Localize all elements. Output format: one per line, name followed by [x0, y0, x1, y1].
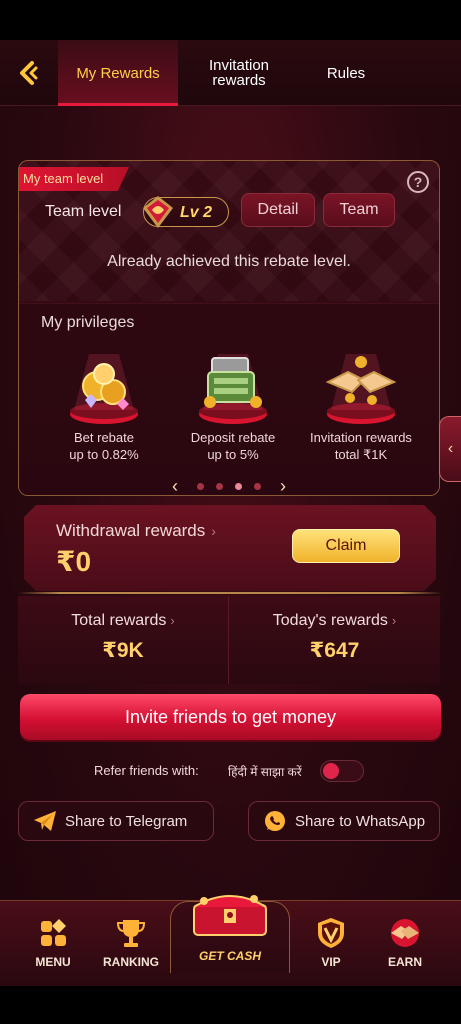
- share-telegram-button[interactable]: Share to Telegram: [18, 801, 214, 841]
- vip-shield-icon: [318, 918, 344, 948]
- nav-get-cash-label: GET CASH: [198, 949, 261, 963]
- back-button[interactable]: [14, 58, 44, 88]
- tab-my-rewards[interactable]: My Rewards: [58, 40, 178, 106]
- cash-chest-icon: [199, 354, 267, 424]
- top-nav: My Rewards Invitation rewards Rules: [0, 40, 461, 106]
- carousel-pager: ‹ ›: [19, 476, 439, 495]
- nav-ranking-label: RANKING: [103, 955, 159, 969]
- nav-get-cash[interactable]: GET CASH: [170, 891, 290, 973]
- tab-invitation-rewards[interactable]: Invitation rewards: [190, 40, 288, 106]
- next-arrow-icon[interactable]: ›: [273, 476, 293, 495]
- privilege-value-3: total ₹1K: [334, 447, 388, 462]
- withdrawal-amount: ₹0: [56, 546, 92, 577]
- chevron-right-icon: ›: [211, 523, 216, 539]
- tab-rules[interactable]: Rules: [306, 40, 386, 106]
- privilege-value-2: up to 5%: [207, 447, 259, 462]
- side-drawer-tab[interactable]: ‹: [439, 416, 461, 482]
- nav-vip[interactable]: VIP: [296, 915, 366, 969]
- tab-label: Invitation rewards: [208, 57, 270, 89]
- total-rewards-value: ₹9K: [102, 639, 144, 662]
- tab-label: My Rewards: [76, 64, 160, 82]
- pager-dot-active[interactable]: [235, 483, 242, 490]
- handshake-icon: [391, 919, 419, 947]
- chevron-left-icon: ‹: [447, 440, 454, 457]
- team-button[interactable]: Team: [323, 193, 395, 227]
- treasure-chest-icon: [193, 895, 267, 936]
- team-level-label: Team level: [45, 203, 122, 220]
- privilege-bet-rebate: Bet rebate up to 0.82%: [39, 344, 169, 462]
- todays-rewards-label: Today's rewards: [272, 612, 388, 629]
- privileges-title: My privileges: [41, 314, 135, 331]
- system-navigation-bar: [0, 986, 461, 1024]
- nav-vip-label: VIP: [321, 955, 341, 969]
- share-whatsapp-button[interactable]: Share to WhatsApp: [248, 801, 440, 841]
- level-badge: Lv 2: [143, 196, 229, 228]
- whatsapp-icon: [265, 811, 285, 831]
- withdrawal-card: Withdrawal rewards › ₹0 Claim: [24, 505, 436, 591]
- coins-gems-icon: [70, 354, 138, 424]
- refer-label: Refer friends with:: [94, 763, 199, 778]
- bottom-navigation: MENU RANKING GET CASH VIP EARN: [0, 895, 461, 986]
- privileges-section: My privileges Bet rebate up to 0.82% Dep…: [19, 303, 439, 495]
- help-icon[interactable]: ?: [407, 171, 429, 193]
- nav-menu-label: MENU: [35, 955, 71, 969]
- pager-dot[interactable]: [216, 483, 223, 490]
- team-level-ribbon: My team level: [19, 167, 129, 191]
- hindi-share-label: हिंदी में साझा करें: [228, 765, 302, 779]
- share-telegram-label: Share to Telegram: [65, 812, 188, 830]
- chevron-right-icon: ›: [391, 613, 397, 628]
- achieved-text: Already achieved this rebate level.: [107, 253, 351, 270]
- trophy-icon: [116, 920, 146, 947]
- privilege-label-3: Invitation rewards: [310, 430, 412, 445]
- total-rewards-label: Total rewards: [71, 612, 167, 629]
- privilege-label-1: Bet rebate: [74, 430, 134, 445]
- pager-dot[interactable]: [254, 483, 261, 490]
- nav-menu[interactable]: MENU: [18, 915, 88, 969]
- telegram-icon: [34, 811, 56, 831]
- chevron-right-icon: ›: [170, 613, 175, 628]
- total-rewards[interactable]: Total rewards › ₹9K: [18, 596, 229, 684]
- withdrawal-label: Withdrawal rewards: [56, 521, 206, 540]
- invite-friends-button[interactable]: Invite friends to get money: [20, 694, 441, 740]
- prev-arrow-icon[interactable]: ‹: [165, 476, 185, 495]
- status-bar: [0, 0, 461, 40]
- nav-ranking[interactable]: RANKING: [96, 915, 166, 969]
- handshake-icon: [325, 354, 397, 424]
- privilege-deposit-rebate: Deposit rebate up to 5%: [168, 344, 298, 462]
- todays-rewards-label-row: Today's rewards ›: [229, 612, 440, 630]
- level-value: Lv 2: [180, 204, 213, 221]
- level-gem-icon: [143, 196, 173, 228]
- rewards-stats: Total rewards › ₹9K Today's rewards › ₹647: [18, 596, 440, 684]
- hindi-share-toggle[interactable]: [320, 760, 364, 782]
- tab-label: Rules: [326, 64, 366, 82]
- privilege-invitation-rewards: Invitation rewards total ₹1K: [296, 344, 426, 462]
- divider: [18, 592, 442, 594]
- claim-button[interactable]: Claim: [292, 529, 400, 563]
- todays-rewards[interactable]: Today's rewards › ₹647: [229, 596, 440, 684]
- nav-earn-label: EARN: [387, 955, 422, 969]
- back-arrow-icon: [20, 61, 38, 85]
- pager-dot[interactable]: [197, 483, 204, 490]
- nav-earn[interactable]: EARN: [370, 915, 440, 969]
- refer-row: Refer friends with: हिंदी में साझा करें: [0, 758, 461, 784]
- withdrawal-label-row[interactable]: Withdrawal rewards ›: [56, 521, 216, 541]
- team-level-card: My team level ? Team level Lv 2 Detail T…: [18, 160, 440, 496]
- share-whatsapp-label: Share to WhatsApp: [295, 812, 426, 830]
- privilege-label-2: Deposit rebate: [190, 430, 276, 445]
- total-rewards-label-row: Total rewards ›: [18, 612, 228, 630]
- toggle-knob: [323, 763, 339, 779]
- detail-button[interactable]: Detail: [241, 193, 315, 227]
- menu-grid-icon: [41, 919, 66, 946]
- privilege-value-1: up to 0.82%: [69, 447, 139, 462]
- todays-rewards-value: ₹647: [309, 639, 360, 662]
